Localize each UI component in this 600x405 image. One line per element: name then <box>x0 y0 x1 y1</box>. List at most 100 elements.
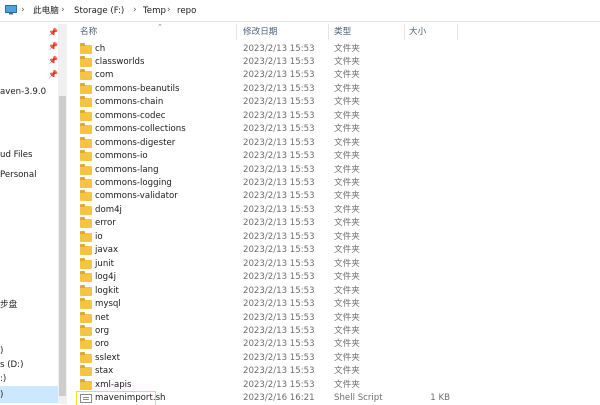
file-row[interactable]: commons-chain 2023/2/13 15:53 文件夹 <box>72 96 600 109</box>
column-divider[interactable] <box>404 24 405 40</box>
file-date: 2023/2/13 15:53 <box>243 258 315 269</box>
folder-icon <box>80 257 92 269</box>
computer-icon <box>5 5 17 15</box>
nav-item-drive-c[interactable]: ) <box>0 344 3 358</box>
folder-icon <box>80 55 92 67</box>
file-type: 文件夹 <box>334 258 360 269</box>
file-row[interactable]: sslext 2023/2/13 15:53 文件夹 <box>72 351 600 365</box>
file-row[interactable]: oro 2023/2/13 15:53 文件夹 <box>72 338 600 351</box>
file-name: commons-validator <box>95 191 178 202</box>
file-row[interactable]: xml-apis 2023/2/13 15:53 文件夹 <box>72 378 600 392</box>
file-type: 文件夹 <box>334 56 360 67</box>
breadcrumb-this-pc[interactable]: 此电脑 <box>33 5 59 17</box>
file-row[interactable]: com 2023/2/13 15:53 文件夹 <box>72 69 600 82</box>
breadcrumb-temp[interactable]: Temp <box>143 5 166 17</box>
file-row[interactable]: commons-digester 2023/2/13 15:53 文件夹 <box>72 136 600 150</box>
file-row[interactable]: javax 2023/2/13 15:53 文件夹 <box>72 244 600 257</box>
breadcrumb-storage[interactable]: Storage (F:) <box>74 5 124 17</box>
column-divider[interactable] <box>236 24 237 40</box>
file-row[interactable]: org 2023/2/13 15:53 文件夹 <box>72 324 600 338</box>
pin-icon: 📌 <box>48 42 58 51</box>
folder-icon <box>80 42 92 54</box>
nav-item-personal[interactable]: Personal <box>0 168 37 182</box>
nav-scrollbar[interactable] <box>58 24 67 404</box>
file-row[interactable]: mysql 2023/2/13 15:53 文件夹 <box>72 298 600 311</box>
file-date: 2023/2/13 15:53 <box>243 164 315 175</box>
file-date: 2023/2/13 15:53 <box>243 231 315 242</box>
file-row[interactable]: commons-collections 2023/2/13 15:53 文件夹 <box>72 123 600 136</box>
file-date: 2023/2/13 15:53 <box>243 245 315 256</box>
file-type: 文件夹 <box>334 70 360 81</box>
folder-icon <box>80 109 92 121</box>
file-row[interactable]: mavenimport.sh 2023/2/16 16:21 Shell Scrip… <box>72 391 600 405</box>
file-row[interactable]: logkit 2023/2/13 15:53 文件夹 <box>72 284 600 298</box>
file-type: 文件夹 <box>334 204 360 215</box>
file-type: 文件夹 <box>334 43 360 54</box>
nav-item-drive-d[interactable]: s (D:) <box>0 358 23 372</box>
folder-icon <box>80 351 92 363</box>
file-row[interactable]: commons-codec 2023/2/13 15:53 文件夹 <box>72 109 600 123</box>
file-row[interactable]: commons-beanutils 2023/2/13 15:53 文件夹 <box>72 82 600 96</box>
file-name: commons-logging <box>95 178 172 188</box>
pin-icon: 📌 <box>48 56 58 65</box>
file-date: 2023/2/13 15:53 <box>243 191 315 202</box>
file-type: 文件夹 <box>334 164 360 175</box>
column-header-name[interactable]: 名称 <box>80 26 97 39</box>
sort-ascending-icon: ⌃ <box>157 23 163 31</box>
file-name: javax <box>95 245 119 256</box>
file-name: net <box>95 312 110 323</box>
address-bar[interactable]: › 此电脑 › Storage (F:) › Temp › repo <box>0 0 600 22</box>
file-date: 2023/2/13 15:53 <box>243 352 315 363</box>
column-header-date[interactable]: 修改日期 <box>243 26 277 39</box>
file-date: 2023/2/13 15:53 <box>243 325 315 336</box>
file-name: classworlds <box>95 56 145 67</box>
folder-icon <box>80 96 92 108</box>
folder-icon <box>80 203 92 215</box>
folder-icon <box>80 271 92 283</box>
file-name: commons-beanutils <box>95 83 180 94</box>
folder-icon <box>80 365 92 377</box>
file-row[interactable]: error 2023/2/13 15:53 文件夹 <box>72 217 600 230</box>
file-row[interactable]: commons-logging 2023/2/13 15:53 文件夹 <box>72 177 600 190</box>
file-row[interactable]: ch 2023/2/13 15:53 文件夹 <box>72 42 600 56</box>
pin-icon: 📌 <box>48 28 58 37</box>
nav-item-cloud-files[interactable]: ud Files <box>0 148 33 162</box>
column-header-size[interactable]: 大小 <box>409 26 426 39</box>
file-list-scrollbar[interactable] <box>590 22 600 405</box>
file-name: commons-lang <box>95 164 159 175</box>
file-row[interactable]: dom4j 2023/2/13 15:53 文件夹 <box>72 203 600 217</box>
column-header-type[interactable]: 类型 <box>334 26 351 39</box>
file-type: 文件夹 <box>334 137 360 148</box>
file-row[interactable]: junit 2023/2/13 15:53 文件夹 <box>72 257 600 271</box>
nav-item-drive-f[interactable]: ) <box>0 388 3 402</box>
file-type: 文件夹 <box>334 325 360 336</box>
file-type: 文件夹 <box>334 110 360 121</box>
file-row[interactable]: commons-lang 2023/2/13 15:53 文件夹 <box>72 163 600 177</box>
file-row[interactable]: net 2023/2/13 15:53 文件夹 <box>72 311 600 325</box>
file-date: 2023/2/13 15:53 <box>243 299 315 310</box>
folder-icon <box>80 284 92 296</box>
file-row[interactable]: commons-validator 2023/2/13 15:53 文件夹 <box>72 190 600 203</box>
file-size: 1 KB <box>430 393 450 404</box>
nav-item-sync-drive[interactable]: 步盘 <box>0 298 17 312</box>
file-date: 2023/2/13 15:53 <box>243 178 315 188</box>
folder-icon <box>80 150 92 162</box>
nav-item-maven[interactable]: aven-3.9.0 <box>0 85 46 99</box>
file-name: sslext <box>95 352 120 363</box>
file-row[interactable]: log4j 2023/2/13 15:53 文件夹 <box>72 271 600 284</box>
breadcrumb-repo[interactable]: repo <box>177 5 196 17</box>
file-date: 2023/2/13 15:53 <box>243 83 315 94</box>
nav-scrollbar-thumb[interactable] <box>59 96 66 396</box>
folder-icon <box>80 217 92 229</box>
nav-item-drive-e[interactable]: :) <box>0 372 6 386</box>
file-row[interactable]: stax 2023/2/13 15:53 文件夹 <box>72 365 600 378</box>
file-type: 文件夹 <box>334 83 360 94</box>
file-type: 文件夹 <box>334 379 360 390</box>
column-divider[interactable] <box>328 24 329 40</box>
file-row[interactable]: classworlds 2023/2/13 15:53 文件夹 <box>72 55 600 69</box>
file-row[interactable]: commons-io 2023/2/13 15:53 文件夹 <box>72 150 600 163</box>
column-divider[interactable] <box>457 24 458 40</box>
file-row[interactable]: io 2023/2/13 15:53 文件夹 <box>72 230 600 244</box>
file-list: ⌃ 名称 修改日期 类型 大小 ch 2023/2/13 15:53 文件夹 clas… <box>72 22 600 405</box>
file-date: 2023/2/13 15:53 <box>243 151 315 162</box>
